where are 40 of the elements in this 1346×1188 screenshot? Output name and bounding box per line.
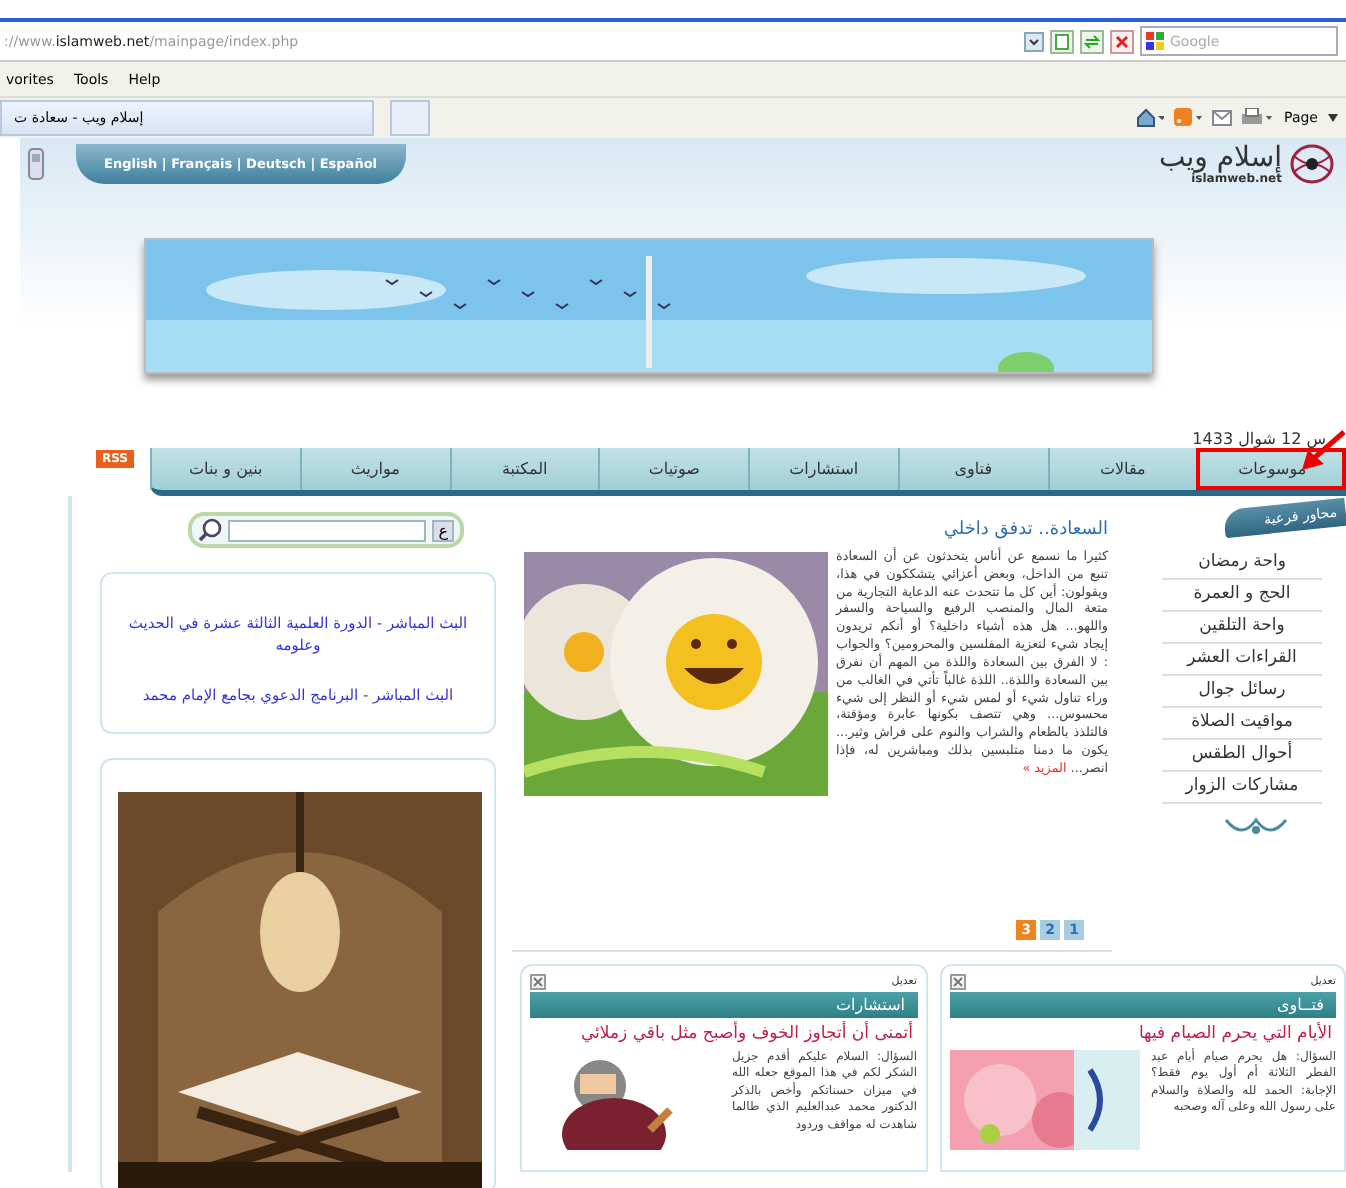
caret-icon[interactable] — [1328, 114, 1338, 122]
search-field[interactable]: ع — [188, 512, 464, 548]
refresh-icon[interactable] — [1080, 29, 1104, 53]
ornament-icon — [1222, 812, 1290, 836]
sidebar-item[interactable]: واحة التلقين — [1162, 612, 1322, 644]
search-icon[interactable] — [198, 518, 222, 542]
search-engine-icon — [1146, 32, 1164, 50]
feed-icon[interactable] — [1174, 108, 1203, 128]
dropdown-icon[interactable] — [1024, 31, 1044, 51]
close-icon[interactable] — [530, 973, 546, 989]
nav-tab[interactable]: استشارات — [748, 448, 898, 490]
print-icon[interactable] — [1242, 108, 1275, 128]
nav-tab[interactable]: موسوعات — [1196, 448, 1346, 490]
logo-text: إسلام ويب — [1159, 143, 1282, 171]
article-title[interactable]: السعادة.. تدفق داخلي — [524, 520, 1108, 548]
keyboard-button[interactable]: ع — [432, 519, 454, 541]
nav-tab[interactable]: بنين و بنات — [150, 448, 300, 490]
panel-title[interactable]: أتمنى أن أتجاوز الخوف وأصبح مثل باقي زملائي — [534, 1024, 913, 1044]
sidebar-item[interactable]: القراءات العشر — [1162, 644, 1322, 676]
nav-tab[interactable]: صوتيات — [598, 448, 748, 490]
date-text: س 12 شوال 1433 — [1192, 430, 1326, 448]
panel-heading: استشارات — [530, 992, 917, 1018]
panel-heading: فتــاوى — [949, 992, 1336, 1018]
close-icon[interactable] — [1110, 29, 1134, 53]
sidebar-item[interactable]: مواقيت الصلاة — [1162, 708, 1322, 740]
sidebar-item[interactable]: الحج و العمرة — [1162, 580, 1322, 612]
nav-tab[interactable]: مواريث — [299, 448, 449, 490]
mobile-phone-icon — [28, 148, 44, 180]
panel-title[interactable]: الأيام التي يحرم الصيام فيها — [953, 1024, 1332, 1044]
sidebar-item[interactable]: أحوال الطقس — [1162, 740, 1322, 772]
sidebar-item[interactable]: مشاركات الزوار — [1162, 772, 1322, 804]
close-icon[interactable] — [949, 973, 965, 989]
globe-logo-icon — [1290, 144, 1334, 184]
nav-tab[interactable]: مقالات — [1047, 448, 1197, 490]
home-icon[interactable] — [1136, 108, 1165, 128]
nav-tab[interactable]: المكتبة — [449, 448, 599, 490]
sidebar-item[interactable]: رسائل جوال — [1162, 676, 1322, 708]
nav-tab[interactable]: فتاوى — [897, 448, 1047, 490]
mail-icon[interactable] — [1212, 110, 1233, 126]
sidebar-item[interactable]: واحة رمضان — [1162, 548, 1322, 580]
